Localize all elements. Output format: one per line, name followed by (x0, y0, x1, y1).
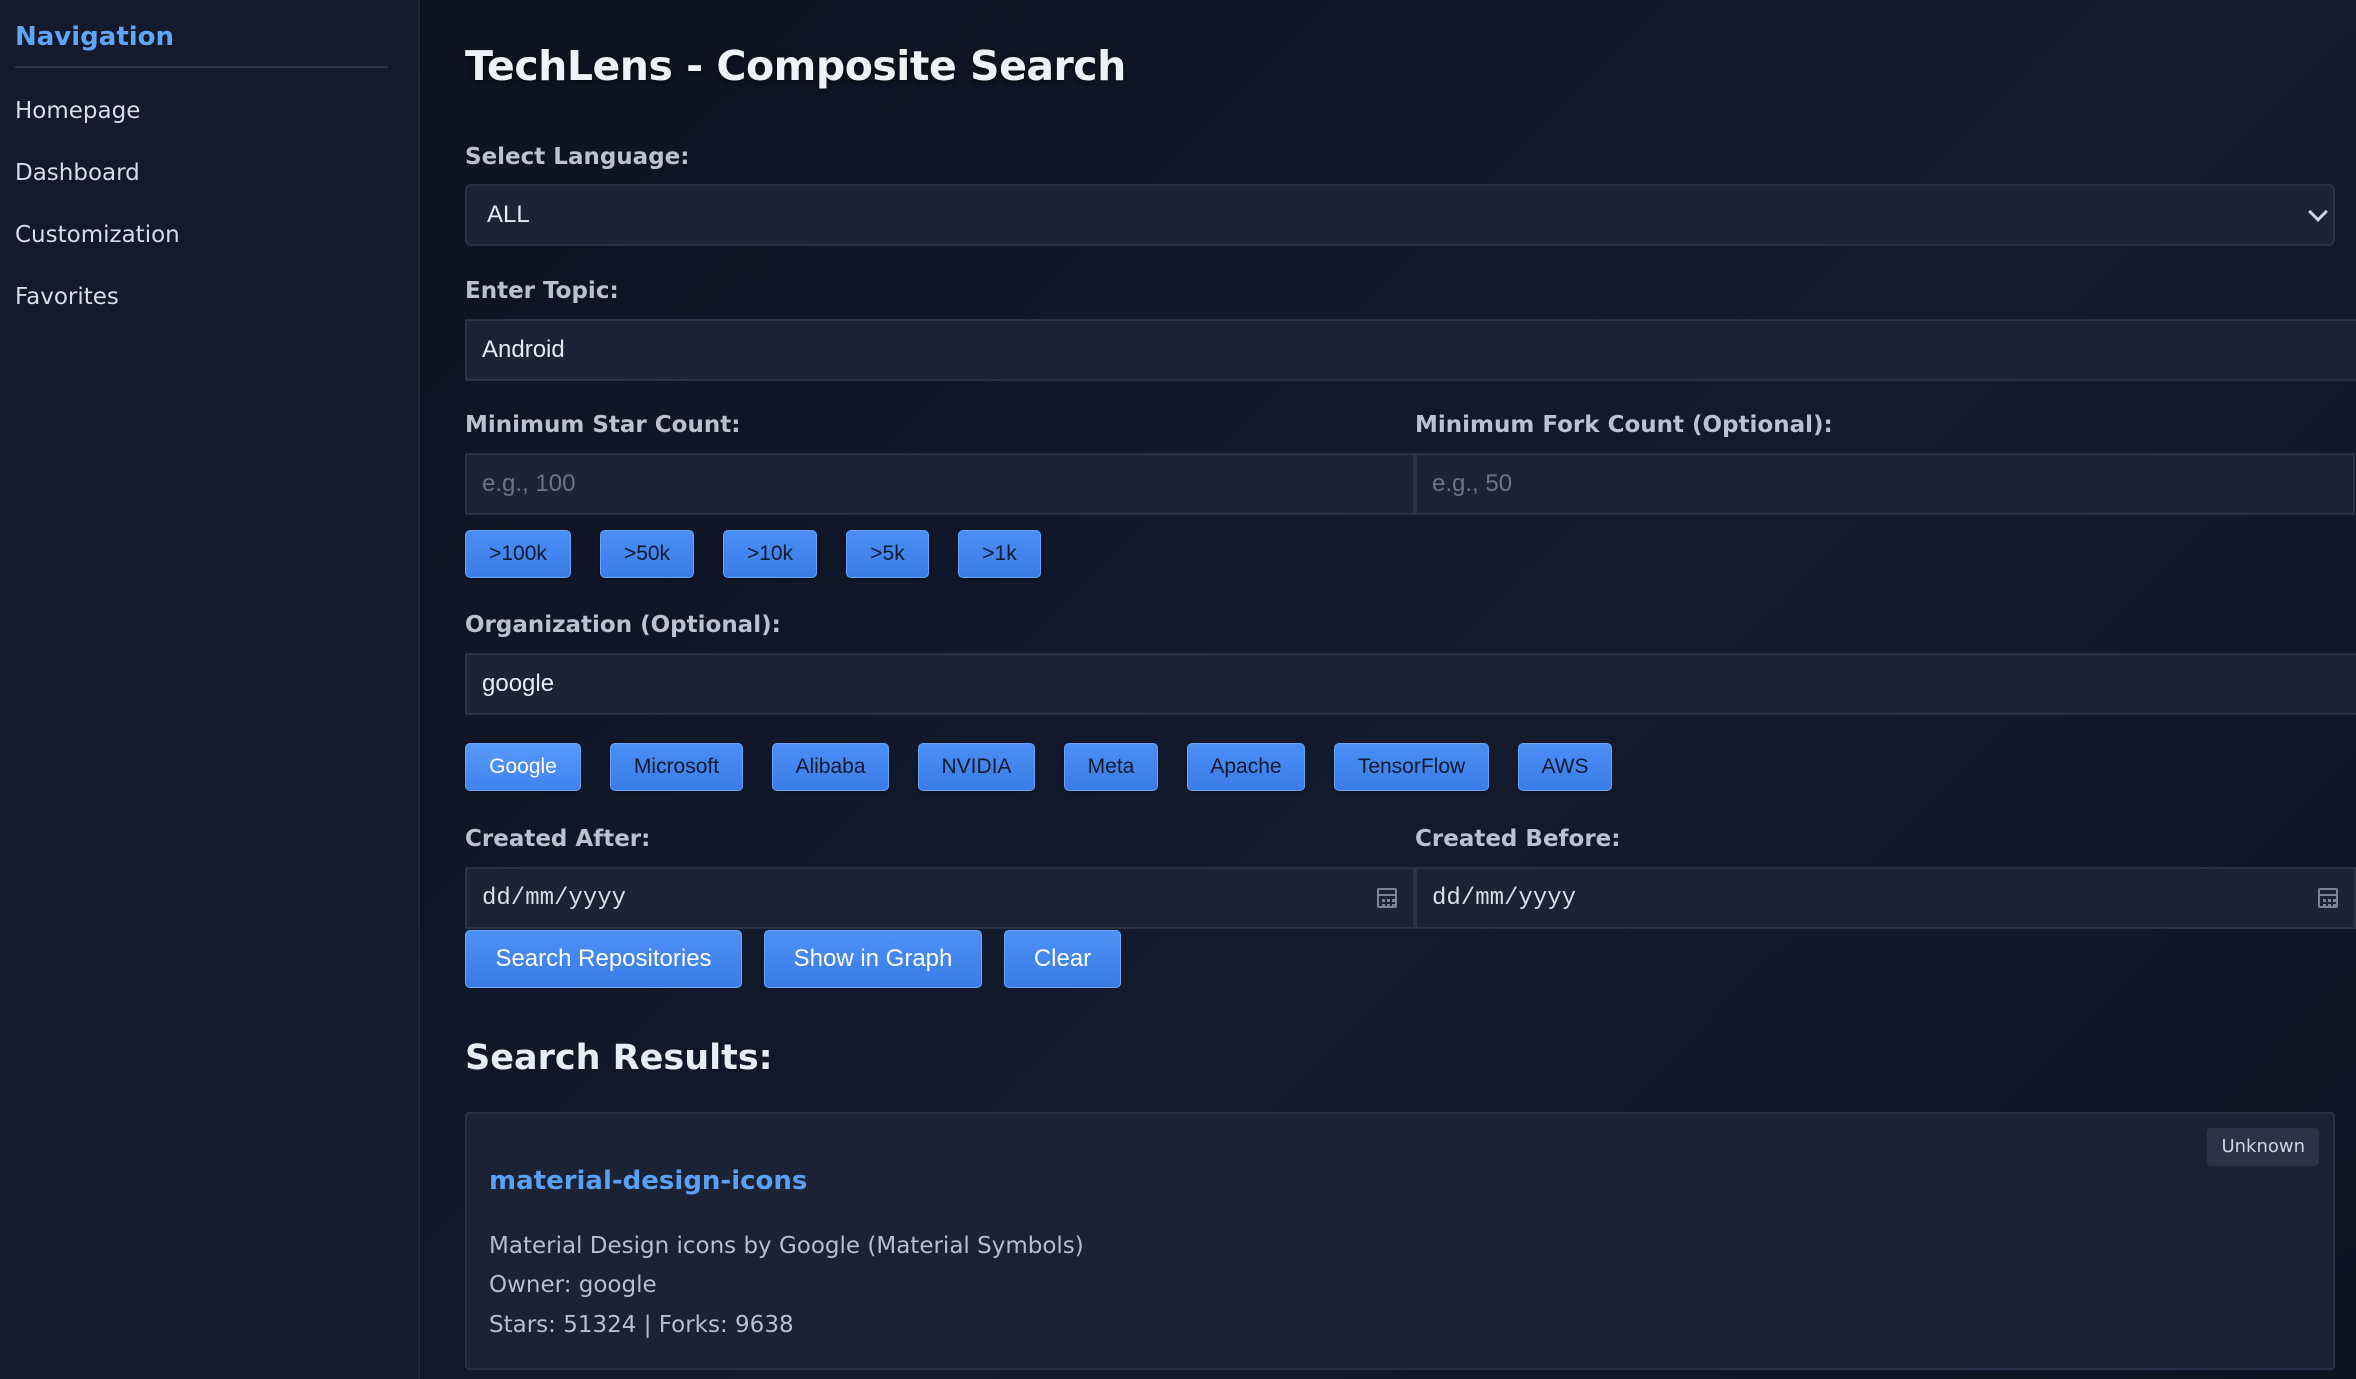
sidebar-item-customization[interactable]: Customization (15, 218, 388, 280)
star-preset-5k-button[interactable]: >5k (846, 530, 929, 578)
chevron-down-icon (2308, 202, 2328, 222)
org-preset-microsoft-button[interactable]: Microsoft (610, 743, 743, 791)
org-preset-apache-button[interactable]: Apache (1187, 743, 1305, 791)
created-before-label: Created Before: (1415, 826, 1621, 852)
clear-button[interactable]: Clear (1004, 930, 1121, 988)
repo-stats: Stars: 51324 | Forks: 9638 (489, 1312, 794, 1338)
sidebar-title: Navigation (15, 22, 388, 68)
calendar-icon[interactable] (2318, 888, 2338, 908)
star-count-label: Minimum Star Count: (465, 412, 741, 438)
language-label: Select Language: (465, 144, 690, 170)
organization-input-value: google (482, 670, 555, 697)
sidebar: Navigation Homepage Dashboard Customizat… (0, 0, 420, 1379)
created-after-input[interactable]: dd/mm/yyyy (465, 867, 1415, 929)
org-preset-nvidia-button[interactable]: NVIDIA (918, 743, 1035, 791)
star-preset-100k-button[interactable]: >100k (465, 530, 571, 578)
topic-label: Enter Topic: (465, 278, 619, 304)
created-after-label: Created After: (465, 826, 651, 852)
search-repositories-button[interactable]: Search Repositories (465, 930, 742, 988)
repo-name-link[interactable]: material-design-icons (489, 1166, 807, 1196)
calendar-icon[interactable] (1377, 888, 1397, 908)
organization-input[interactable]: google (465, 653, 2356, 715)
topic-input-value: Android (482, 336, 565, 363)
star-count-placeholder: e.g., 100 (482, 470, 576, 497)
show-in-graph-button[interactable]: Show in Graph (764, 930, 982, 988)
organization-label: Organization (Optional): (465, 612, 781, 638)
org-preset-google-button[interactable]: Google (465, 743, 581, 791)
created-after-value: dd/mm/yyyy (482, 884, 627, 912)
created-before-input[interactable]: dd/mm/yyyy (1415, 867, 2356, 929)
star-count-input[interactable]: e.g., 100 (465, 453, 1415, 515)
repo-owner: Owner: google (489, 1272, 657, 1298)
created-before-value: dd/mm/yyyy (1432, 884, 1577, 912)
fork-count-input[interactable]: e.g., 50 (1415, 453, 2355, 515)
topic-input[interactable]: Android (465, 319, 2356, 381)
page-title: TechLens - Composite Search (465, 42, 1126, 90)
sidebar-item-dashboard[interactable]: Dashboard (15, 156, 388, 218)
sidebar-item-homepage[interactable]: Homepage (15, 94, 388, 156)
repo-description: Material Design icons by Google (Materia… (489, 1233, 1084, 1259)
star-preset-1k-button[interactable]: >1k (958, 530, 1041, 578)
results-heading: Search Results: (465, 1038, 773, 1078)
org-preset-alibaba-button[interactable]: Alibaba (772, 743, 889, 791)
sidebar-item-favorites[interactable]: Favorites (15, 280, 388, 342)
fork-count-label: Minimum Fork Count (Optional): (1415, 412, 1833, 438)
app-root: Navigation Homepage Dashboard Customizat… (0, 0, 2356, 1379)
language-select[interactable]: ALL (465, 184, 2335, 246)
fork-count-placeholder: e.g., 50 (1432, 470, 1513, 497)
org-preset-meta-button[interactable]: Meta (1064, 743, 1158, 791)
main-content: TechLens - Composite Search Select Langu… (420, 0, 2356, 1379)
result-card: Unknown material-design-icons Material D… (465, 1112, 2335, 1370)
org-preset-tensorflow-button[interactable]: TensorFlow (1334, 743, 1489, 791)
org-preset-aws-button[interactable]: AWS (1518, 743, 1612, 791)
star-preset-10k-button[interactable]: >10k (723, 530, 817, 578)
language-selected-value: ALL (487, 201, 530, 228)
language-badge: Unknown (2207, 1128, 2319, 1166)
star-preset-50k-button[interactable]: >50k (600, 530, 694, 578)
